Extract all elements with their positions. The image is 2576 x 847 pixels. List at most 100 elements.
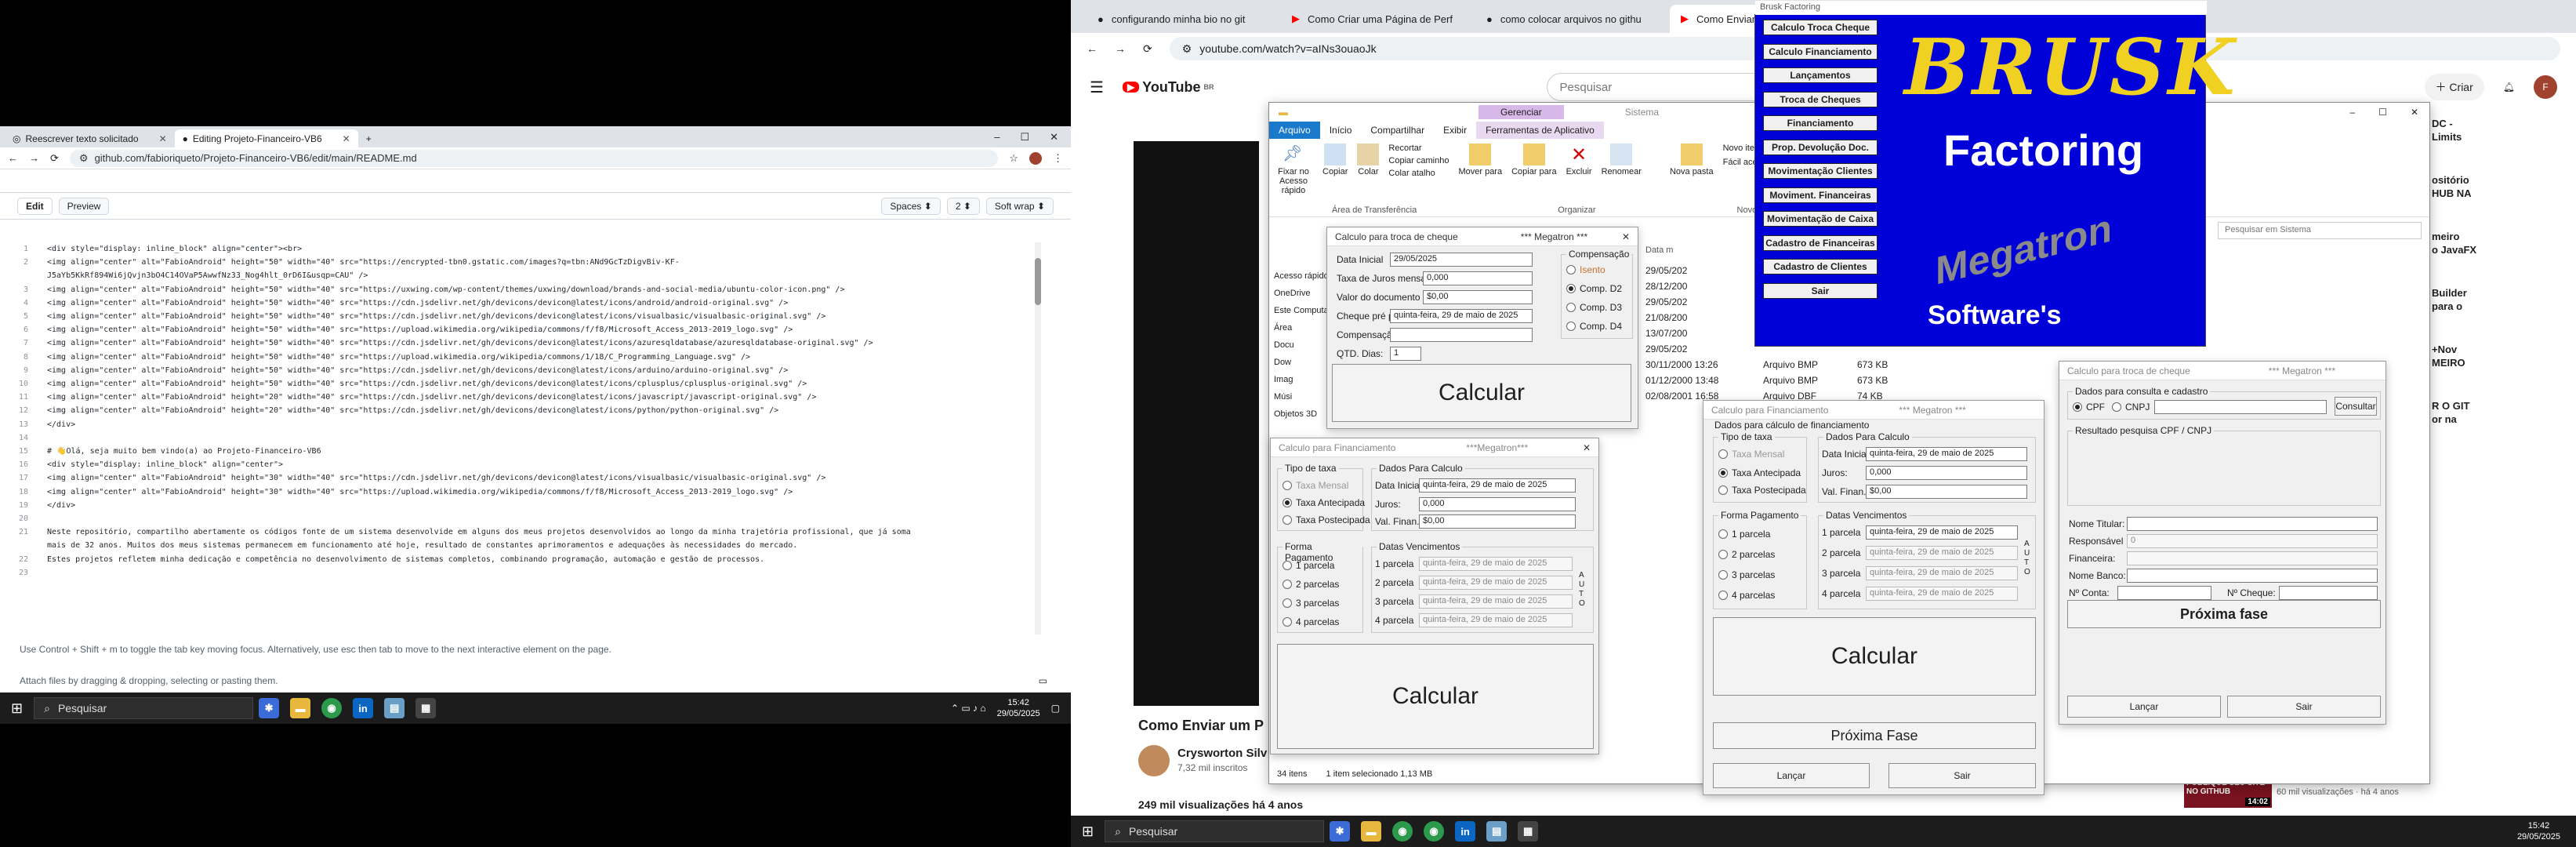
- back-icon[interactable]: ←: [8, 152, 18, 164]
- recommended-video-title[interactable]: +Nov: [2432, 344, 2573, 355]
- nav-item[interactable]: Área: [1274, 319, 1329, 336]
- vb-app-icon[interactable]: ▦: [1518, 821, 1539, 842]
- radio-d3[interactable]: Comp. D3: [1566, 302, 1622, 313]
- menu-button[interactable]: Financiamento: [1763, 115, 1878, 131]
- start-date-field[interactable]: quinta-feira, 29 de maio de 2025: [1419, 478, 1576, 493]
- back-icon[interactable]: ←: [1087, 42, 1098, 55]
- radio-postponed[interactable]: Taxa Postecipada: [1718, 485, 1806, 496]
- menu-button[interactable]: Movimentação de Caixa: [1763, 211, 1878, 227]
- due-date-3[interactable]: quinta-feira, 29 de maio de 2025: [1419, 594, 1573, 609]
- preview-tab[interactable]: Preview: [58, 197, 110, 215]
- menu-icon[interactable]: ⋮: [1053, 152, 1063, 165]
- due-date-2[interactable]: quinta-feira, 29 de maio de 2025: [1419, 576, 1573, 590]
- create-button[interactable]: ＋ Criar: [2424, 74, 2484, 100]
- nav-item[interactable]: Docu: [1274, 336, 1329, 354]
- amount-field[interactable]: $0,00: [1866, 485, 2027, 499]
- reload-icon[interactable]: ⟳: [1143, 42, 1152, 56]
- bookmark-star-icon[interactable]: ☆: [1009, 152, 1018, 165]
- taskbar-clock[interactable]: 15:42 29/05/2025: [997, 697, 1040, 719]
- close-icon[interactable]: ✕: [343, 133, 350, 144]
- nav-item[interactable]: OneDrive: [1274, 285, 1329, 302]
- radio-cpf[interactable]: CPF: [2073, 402, 2105, 413]
- browser-tab[interactable]: ● configurando minha bio no git: [1087, 5, 1281, 33]
- calculate-button[interactable]: Calcular: [1277, 644, 1594, 749]
- channel-avatar[interactable]: [1138, 745, 1170, 776]
- linkedin-icon[interactable]: in: [353, 698, 374, 718]
- minimize-icon[interactable]: –: [2349, 107, 2355, 118]
- radio-4-parcels[interactable]: 4 parcelas: [1283, 616, 1339, 627]
- launch-button[interactable]: Lançar: [2067, 696, 2221, 718]
- forward-icon[interactable]: →: [29, 152, 39, 164]
- due-date-1[interactable]: quinta-feira, 29 de maio de 2025: [1866, 525, 2018, 540]
- recommended-video-title[interactable]: MEIRO: [2432, 357, 2573, 369]
- date-column-header[interactable]: Data m: [1645, 245, 1673, 255]
- radio-anticipated[interactable]: Taxa Antecipada: [1283, 497, 1365, 508]
- paste-shortcut-button[interactable]: Colar atalho: [1388, 169, 1449, 178]
- vb-app-icon[interactable]: ▦: [415, 698, 437, 718]
- radio-3-parcels[interactable]: 3 parcelas: [1283, 598, 1339, 609]
- chrome-icon[interactable]: ◉: [1392, 821, 1413, 842]
- menu-button[interactable]: Prop. Devolução Doc.: [1763, 139, 1878, 155]
- recommended-video-title[interactable]: o JavaFX: [2432, 244, 2573, 256]
- recommended-video-title[interactable]: ositório: [2432, 174, 2573, 186]
- editor-scrollbar[interactable]: [1035, 242, 1041, 634]
- copy-button[interactable]: Copiar: [1322, 144, 1348, 176]
- recommended-video-title[interactable]: meiro: [2432, 231, 2573, 242]
- menu-button[interactable]: Calculo Troca Cheque: [1763, 20, 1878, 35]
- radio-d4[interactable]: Comp. D4: [1566, 321, 1622, 332]
- chrome-icon[interactable]: ◉: [1424, 821, 1445, 842]
- browser-tab[interactable]: ▶ Como Criar uma Página de Perf: [1281, 5, 1475, 33]
- pin-button[interactable]: 📌︎ Fixar no Acesso rápido: [1274, 144, 1313, 195]
- interest-field[interactable]: 0,000: [1866, 466, 2027, 480]
- maximize-icon[interactable]: ☐: [1020, 131, 1029, 144]
- radio-2-parcels[interactable]: 2 parcelas: [1283, 579, 1339, 590]
- next-phase-button[interactable]: Próxima Fase: [1713, 722, 2036, 749]
- menu-button[interactable]: Lançamentos: [1763, 67, 1878, 83]
- menu-button[interactable]: Cadastro de Clientes: [1763, 259, 1878, 274]
- windows-start-icon[interactable]: ⊞: [1082, 823, 1094, 840]
- hamburger-icon[interactable]: ☰: [1090, 78, 1104, 97]
- start-date-field[interactable]: 29/05/2025: [1390, 253, 1533, 267]
- recommended-video-title[interactable]: Limits: [2432, 131, 2573, 143]
- due-date-3[interactable]: quinta-feira, 29 de maio de 2025: [1866, 566, 2018, 580]
- recommended-video-title[interactable]: HUB NA: [2432, 187, 2573, 199]
- close-icon[interactable]: ✕: [2411, 107, 2418, 118]
- radio-4-parcels[interactable]: 4 parcelas: [1718, 590, 1775, 601]
- wrap-mode-select[interactable]: Soft wrap ⬍: [985, 197, 1054, 215]
- delete-button[interactable]: ✕ Excluir: [1566, 144, 1592, 176]
- recommended-video-title[interactable]: Builder: [2432, 287, 2573, 299]
- new-tab-button[interactable]: +: [358, 129, 379, 147]
- cheque-number-field[interactable]: [2279, 586, 2378, 600]
- menu-button[interactable]: Troca de Cheques: [1763, 91, 1878, 107]
- taskbar-clock[interactable]: 15:42 29/05/2025: [2517, 820, 2560, 842]
- nav-item[interactable]: Imag: [1274, 371, 1329, 388]
- ribbon-tab[interactable]: Arquivo: [1269, 122, 1320, 139]
- radio-anticipated[interactable]: Taxa Antecipada: [1718, 467, 1801, 478]
- ribbon-tab[interactable]: Início: [1320, 122, 1362, 139]
- radio-d2[interactable]: Comp. D2: [1566, 283, 1622, 294]
- explorer-search[interactable]: Pesquisar em Sistema: [2218, 222, 2422, 239]
- calculate-button[interactable]: Calcular: [1713, 617, 2036, 696]
- nav-item[interactable]: Músi: [1274, 388, 1329, 405]
- browser-tab[interactable]: ◎ Reescrever texto solicitado ✕: [5, 129, 175, 147]
- avatar[interactable]: [1029, 151, 1042, 165]
- copy-path-button[interactable]: Copiar caminho: [1388, 156, 1449, 165]
- ribbon-tab[interactable]: Compartilhar: [1361, 122, 1434, 139]
- indent-size-select[interactable]: 2 ⬍: [946, 197, 980, 215]
- site-info-icon[interactable]: ⚙: [1182, 42, 1192, 56]
- launch-button[interactable]: Lançar: [1713, 763, 1870, 788]
- radio-3-parcels[interactable]: 3 parcelas: [1718, 569, 1775, 580]
- minimize-icon[interactable]: –: [994, 131, 1000, 144]
- bell-icon[interactable]: 🔔︎: [2503, 82, 2515, 93]
- nav-item[interactable]: Acesso rápido: [1274, 267, 1329, 285]
- file-explorer-icon[interactable]: ▬: [1361, 821, 1382, 842]
- tray-icons[interactable]: ⌃ ▭ ♪ ⌂: [951, 703, 986, 714]
- menu-button[interactable]: Cadastro de Financeiras: [1763, 234, 1878, 251]
- forward-icon[interactable]: →: [1115, 42, 1126, 55]
- file-row[interactable]: 01/12/2000 13:48 Arquivo BMP 673 KB: [1645, 373, 1928, 388]
- browser-tab[interactable]: ● como colocar arquivos no githu: [1475, 5, 1670, 33]
- holder-name-field[interactable]: [2127, 517, 2378, 531]
- exit-button[interactable]: Sair: [1888, 763, 2036, 788]
- copy-to-button[interactable]: Copiar para: [1511, 144, 1557, 176]
- site-info-icon[interactable]: ⚙: [79, 152, 89, 165]
